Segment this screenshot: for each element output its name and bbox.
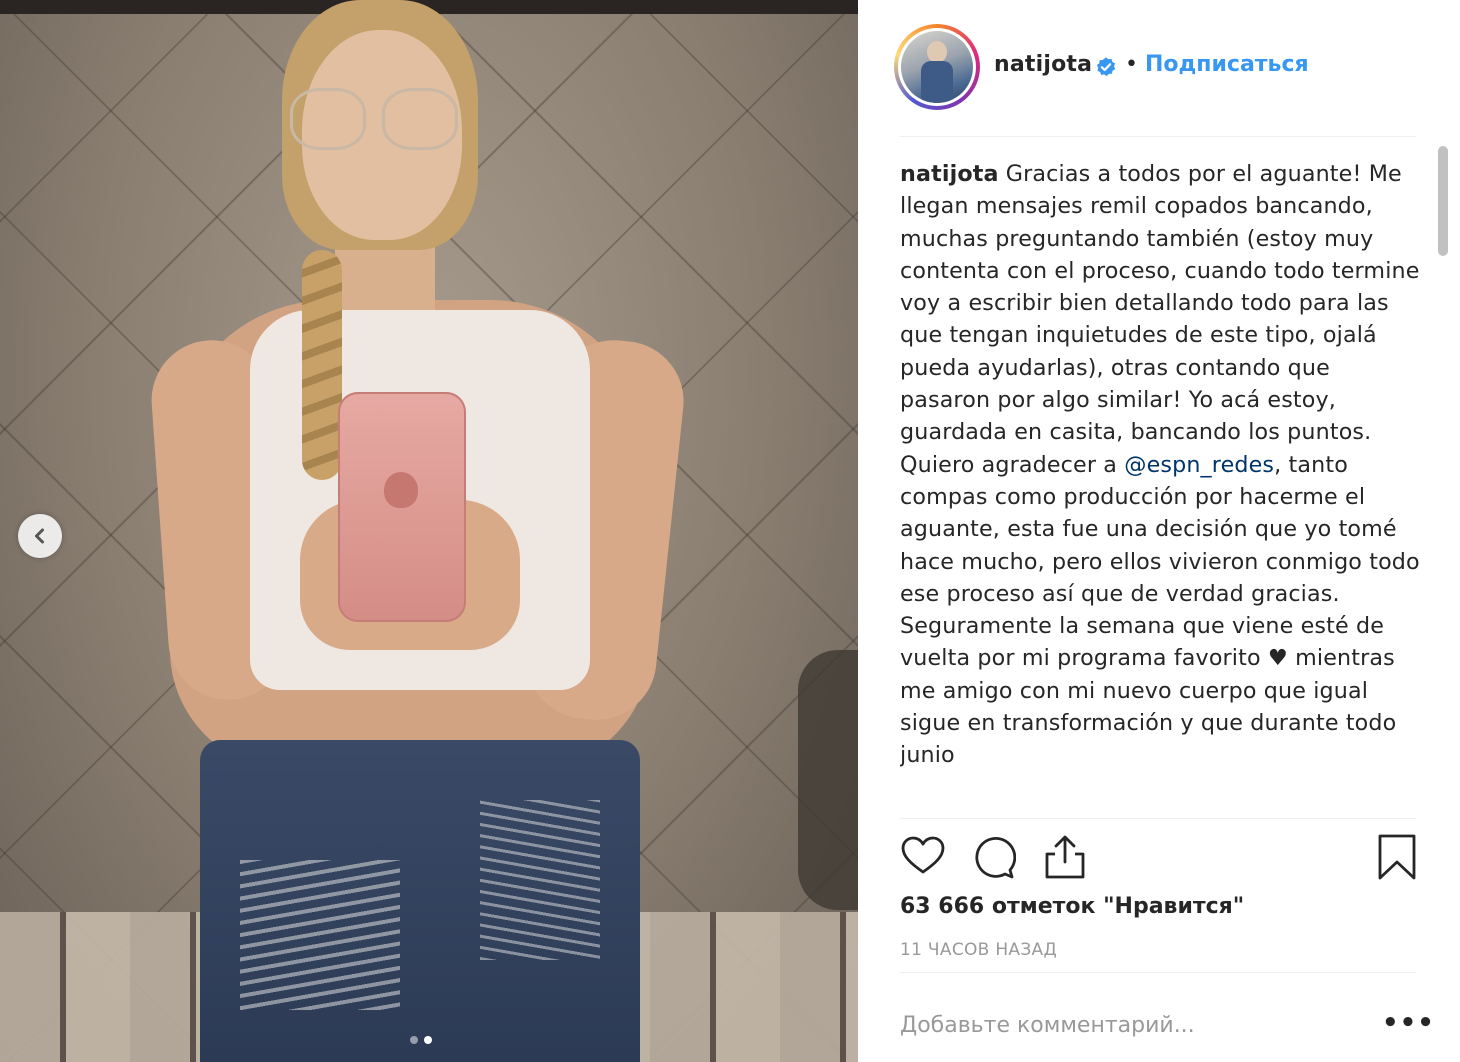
comment-input[interactable] — [900, 1008, 1340, 1042]
post-header: natijota • Подписаться — [858, 0, 1460, 136]
carousel-dot — [410, 1036, 418, 1044]
header-separator: • — [1125, 52, 1138, 77]
scrollbar-thumb[interactable] — [1438, 146, 1448, 256]
caption-username[interactable]: natijota — [900, 161, 999, 187]
verified-badge-icon — [1096, 57, 1116, 76]
person-glasses — [290, 88, 460, 152]
post-timestamp[interactable]: 11 ЧАСОВ НАЗАД — [900, 940, 1057, 960]
person-phone — [338, 392, 466, 622]
caption-mention-link[interactable]: @espn_redes — [1124, 452, 1274, 478]
story-ring[interactable] — [894, 24, 980, 110]
person-braid — [302, 250, 342, 480]
bookmark-icon[interactable] — [1374, 834, 1420, 880]
carousel-prev-button[interactable] — [18, 514, 62, 558]
comment-divider — [900, 972, 1416, 973]
caption-area: natijota Gracias a todos por el aguante!… — [900, 158, 1420, 816]
caption-text-part2: , tanto compas como producción por hacer… — [900, 451, 1420, 769]
post-side-panel: natijota • Подписаться natijota Gracias … — [858, 0, 1460, 1062]
avatar[interactable] — [901, 31, 973, 103]
heart-icon[interactable] — [900, 834, 946, 880]
header-divider — [900, 136, 1416, 137]
caption-divider — [900, 818, 1416, 819]
carousel-indicator — [410, 1036, 432, 1044]
caption-scrollbar[interactable] — [1436, 142, 1450, 818]
username-link[interactable]: natijota — [994, 52, 1092, 77]
post-actions — [900, 834, 1420, 882]
comment-icon[interactable] — [970, 834, 1016, 880]
photo-person — [0, 0, 858, 1062]
share-icon[interactable] — [1042, 834, 1088, 880]
likes-count[interactable]: 63 666 отметок "Нравится" — [900, 894, 1244, 919]
post-caption: natijota Gracias a todos por el aguante!… — [900, 158, 1420, 772]
chevron-left-icon — [35, 528, 44, 544]
post-photo[interactable] — [0, 0, 858, 1062]
more-options-button[interactable]: ••• — [1382, 1008, 1435, 1038]
caption-text-part1: Gracias a todos por el aguante! Me llega… — [900, 161, 1420, 478]
person-shorts — [200, 740, 640, 1062]
follow-button[interactable]: Подписаться — [1145, 52, 1309, 77]
carousel-dot — [424, 1036, 432, 1044]
